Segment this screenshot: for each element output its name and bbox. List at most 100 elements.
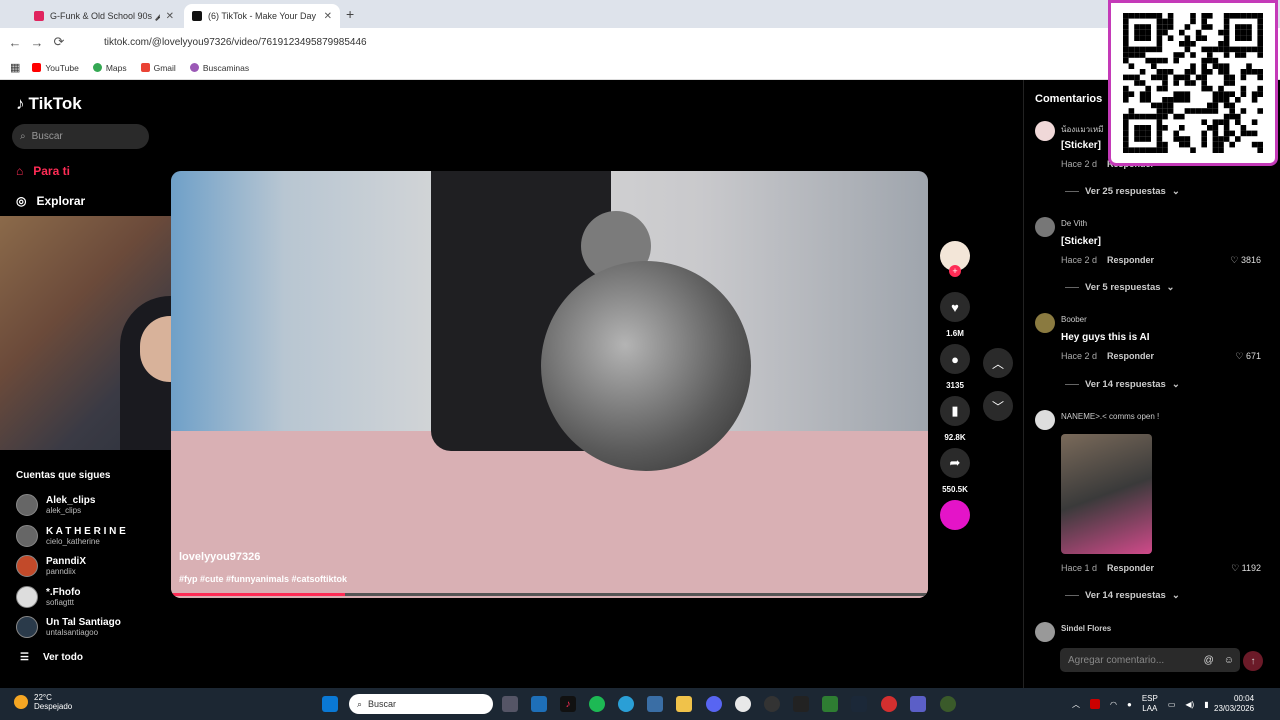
account-item[interactable]: PanndiX panndiix xyxy=(16,555,86,577)
comment-username[interactable]: NANEME>.< comms open ! xyxy=(1061,412,1159,421)
account-item[interactable]: *.Fhofo sofiagttt xyxy=(16,586,80,608)
send-comment-button[interactable]: ↑ xyxy=(1243,651,1263,671)
view-replies-link[interactable]: Ver 14 respuestas ⌄ xyxy=(1065,379,1180,390)
close-tab-icon[interactable]: ✕ xyxy=(324,11,332,22)
account-name: Alek_clips xyxy=(46,494,96,506)
mention-icon[interactable]: @ xyxy=(1204,655,1214,666)
view-replies-link[interactable]: Ver 25 respuestas ⌄ xyxy=(1065,186,1180,197)
view-replies-link[interactable]: Ver 5 respuestas ⌄ xyxy=(1065,282,1175,293)
reload-icon[interactable]: ⟳ xyxy=(48,34,70,50)
chevron-up-icon[interactable]: ︿ xyxy=(1072,699,1080,710)
system-tray[interactable]: ︿ ◠ ● ESP LAA ▭ ◀) ▮ xyxy=(1072,694,1209,714)
comment-likes[interactable]: ♡ 671 xyxy=(1235,351,1261,362)
follow-plus-icon[interactable]: + xyxy=(949,265,961,277)
spotify-icon[interactable] xyxy=(589,696,605,712)
sidebar-item-para-ti[interactable]: ⌂ Para ti xyxy=(16,164,70,178)
reply-button[interactable]: Responder xyxy=(1107,351,1154,362)
search-input[interactable]: ⌕ Buscar xyxy=(12,124,149,149)
reply-button[interactable]: Responder xyxy=(1107,255,1154,266)
tab-label: G-Funk & Old School 90s 🎤 Sn xyxy=(50,10,160,21)
emoji-icon[interactable]: ☺ xyxy=(1224,655,1234,666)
view-replies-label: Ver 14 respuestas xyxy=(1085,379,1166,390)
forward-icon[interactable]: → xyxy=(26,35,48,50)
account-username: alek_clips xyxy=(46,505,82,515)
steam-icon[interactable] xyxy=(851,696,867,712)
weather-widget[interactable]: 22°C Despejado xyxy=(14,693,72,711)
browser-tab-1[interactable]: G-Funk & Old School 90s 🎤 Sn ✕ xyxy=(26,4,182,28)
battery-icon[interactable]: ▮ xyxy=(1204,700,1208,709)
teams-icon[interactable] xyxy=(910,696,926,712)
epic-games-icon[interactable] xyxy=(793,696,809,712)
new-tab-icon[interactable]: + xyxy=(346,6,354,22)
avatar[interactable] xyxy=(1035,410,1055,430)
share-button[interactable]: ➦ 550.5K xyxy=(940,448,970,494)
volume-icon[interactable]: ◀) xyxy=(1185,700,1194,709)
reply-button[interactable]: Responder xyxy=(1107,563,1154,574)
comments-title: Comentarios xyxy=(1035,93,1103,105)
comment-image[interactable] xyxy=(1061,434,1152,554)
store-icon[interactable] xyxy=(531,696,547,712)
add-comment-input[interactable]: Agregar comentario... @ ☺ xyxy=(1060,648,1240,672)
back-icon[interactable]: ← xyxy=(4,35,26,50)
previous-video-button[interactable]: ︿ xyxy=(983,348,1013,378)
task-view-icon[interactable] xyxy=(502,696,518,712)
tiktok-logo[interactable]: ♪ TikTok xyxy=(16,94,82,114)
bookmark-youtube[interactable]: YouTube xyxy=(32,62,79,73)
bookmark-maps[interactable]: Maps xyxy=(92,63,127,73)
view-replies-link[interactable]: Ver 14 respuestas ⌄ xyxy=(1065,590,1180,601)
microphone-icon[interactable]: ● xyxy=(1127,700,1132,709)
discord-icon[interactable] xyxy=(706,696,722,712)
like-button[interactable]: ♥ 1.6M xyxy=(940,292,970,338)
see-all-link[interactable]: ☰ Ver todo xyxy=(20,652,83,663)
search-placeholder: Buscar xyxy=(31,131,63,142)
file-explorer-icon[interactable] xyxy=(676,696,692,712)
bookmark-gmail[interactable]: Gmail xyxy=(140,63,176,73)
system-clock[interactable]: 00:04 23/03/2026 xyxy=(1214,694,1254,714)
video-hashtags[interactable]: #fyp #cute #funnyanimals #catsoftiktok xyxy=(179,574,347,584)
wifi-icon[interactable]: ◠ xyxy=(1110,700,1117,709)
comment-username[interactable]: De Vith xyxy=(1061,219,1087,228)
avatar[interactable] xyxy=(1035,622,1055,642)
author-avatar-button[interactable]: + xyxy=(940,241,970,277)
sound-button[interactable] xyxy=(940,500,970,530)
chrome-icon[interactable] xyxy=(735,696,751,712)
monitor-icon[interactable]: ▭ xyxy=(1168,700,1176,709)
xbox-icon[interactable] xyxy=(940,696,956,712)
account-item[interactable]: Un Tal Santiago untalsantiagoo xyxy=(16,616,121,638)
microsoft-store-icon[interactable] xyxy=(647,696,663,712)
address-bar[interactable]: tiktok.com/@lovelyyou97326/video/7619123… xyxy=(86,32,1106,52)
comment-likes[interactable]: ♡ 3816 xyxy=(1230,255,1261,266)
avatar[interactable] xyxy=(1035,217,1055,237)
close-tab-icon[interactable]: ✕ xyxy=(166,11,174,22)
comment-button[interactable]: ● 3135 xyxy=(940,344,970,390)
avatar[interactable] xyxy=(1035,121,1055,141)
taskbar-search[interactable]: ⌕ Buscar xyxy=(349,694,493,714)
comment-username[interactable]: Boober xyxy=(1061,315,1087,324)
bookmark-label: YouTube xyxy=(45,62,79,73)
bookmark-buscaminas[interactable]: Buscaminas xyxy=(189,63,249,73)
video-author[interactable]: lovelyyou97326 xyxy=(179,551,260,563)
tiktok-app-icon[interactable]: ♪ xyxy=(560,696,576,712)
start-windows-icon[interactable] xyxy=(322,696,338,712)
input-language: ESP xyxy=(1141,694,1158,703)
comment-username[interactable]: Sindel Flores xyxy=(1061,624,1111,633)
avatar[interactable] xyxy=(1035,313,1055,333)
video-progress-bar[interactable] xyxy=(171,593,928,596)
clock-date: 23/03/2026 xyxy=(1214,704,1255,713)
obs-icon[interactable] xyxy=(764,696,780,712)
comment-username[interactable]: น้องแมวเหมี xyxy=(1061,123,1103,136)
account-item[interactable]: K A T H E R I N Ecielo_katherine xyxy=(16,525,126,547)
video-player[interactable]: lovelyyou97326 #fyp #cute #funnyanimals … xyxy=(171,171,928,598)
apps-grid-icon[interactable]: ▦ xyxy=(10,61,20,74)
chevron-down-icon: ﹀ xyxy=(991,399,1004,414)
browser-tab-2[interactable]: (6) TikTok - Make Your Day ✕ xyxy=(184,4,340,28)
account-item[interactable]: Alek_clips alek_clips xyxy=(16,494,95,516)
next-video-button[interactable]: ﹀ xyxy=(983,391,1013,421)
opera-icon[interactable] xyxy=(881,696,897,712)
save-button[interactable]: ▮ 92.8K xyxy=(940,396,970,442)
edge-icon[interactable] xyxy=(618,696,634,712)
sidebar-item-explorar[interactable]: ◎ Explorar xyxy=(16,194,85,208)
minecraft-icon[interactable] xyxy=(822,696,838,712)
comment-likes[interactable]: ♡ 1192 xyxy=(1231,563,1261,574)
tray-app-icon[interactable] xyxy=(1090,699,1100,709)
